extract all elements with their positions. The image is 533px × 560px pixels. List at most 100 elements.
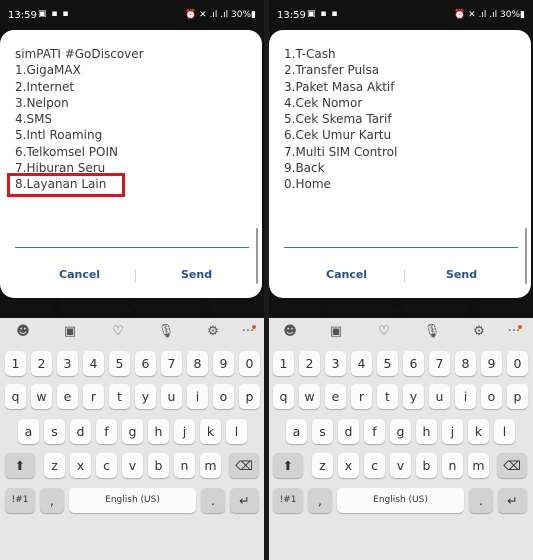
handwriting-icon[interactable]: ♡ [108, 322, 128, 342]
sticker-icon[interactable]: ▣ [60, 322, 80, 342]
key[interactable]: c [96, 453, 117, 478]
key[interactable]: 9 [213, 351, 234, 376]
ussd-reply-input[interactable] [15, 241, 249, 248]
key[interactable]: o [481, 384, 502, 409]
key[interactable]: n [174, 453, 195, 478]
key[interactable]: q [5, 384, 26, 409]
key[interactable]: j [174, 419, 195, 444]
send-button[interactable]: Send [181, 268, 212, 281]
backspace-key[interactable]: ⌫ [497, 453, 527, 478]
key[interactable]: v [122, 453, 143, 478]
send-button[interactable]: Send [446, 268, 477, 281]
shift-key[interactable]: ⬆ [5, 453, 35, 478]
settings-icon[interactable]: ⚙ [203, 322, 223, 342]
key[interactable]: g [122, 419, 143, 444]
key[interactable]: a [18, 419, 39, 444]
backspace-key[interactable]: ⌫ [229, 453, 259, 478]
symbols-key[interactable]: !#1 [273, 488, 303, 513]
key[interactable]: y [135, 384, 156, 409]
key[interactable]: 6 [403, 351, 424, 376]
key[interactable]: 1 [273, 351, 294, 376]
shift-key[interactable]: ⬆ [273, 453, 303, 478]
key[interactable]: k [200, 419, 221, 444]
emoji-icon[interactable]: ☻ [280, 322, 300, 342]
key[interactable]: 5 [377, 351, 398, 376]
key[interactable]: 2 [299, 351, 320, 376]
key[interactable]: l [226, 419, 247, 444]
cancel-button[interactable]: Cancel [59, 268, 100, 281]
key[interactable]: d [338, 419, 359, 444]
comma-key[interactable]: , [308, 488, 332, 513]
key[interactable]: 7 [161, 351, 182, 376]
key[interactable]: 0 [239, 351, 260, 376]
key[interactable]: i [455, 384, 476, 409]
key[interactable]: w [299, 384, 320, 409]
key[interactable]: z [44, 453, 65, 478]
key[interactable]: b [416, 453, 437, 478]
key[interactable]: t [109, 384, 130, 409]
key[interactable]: b [148, 453, 169, 478]
key[interactable]: x [338, 453, 359, 478]
key[interactable]: a [286, 419, 307, 444]
key[interactable]: 3 [325, 351, 346, 376]
key[interactable]: x [70, 453, 91, 478]
space-bar[interactable]: English (US) [337, 488, 464, 513]
key[interactable]: m [200, 453, 221, 478]
sticker-icon[interactable]: ▣ [326, 322, 346, 342]
key[interactable]: 6 [135, 351, 156, 376]
key[interactable]: 8 [455, 351, 476, 376]
key[interactable]: v [390, 453, 411, 478]
key[interactable]: s [312, 419, 333, 444]
key[interactable]: 9 [481, 351, 502, 376]
key[interactable]: c [364, 453, 385, 478]
key[interactable]: 8 [187, 351, 208, 376]
key[interactable]: m [468, 453, 489, 478]
key[interactable]: h [416, 419, 437, 444]
key[interactable]: e [57, 384, 78, 409]
key[interactable]: 1 [5, 351, 26, 376]
key[interactable]: h [148, 419, 169, 444]
key[interactable]: r [83, 384, 104, 409]
key[interactable]: d [70, 419, 91, 444]
key[interactable]: w [31, 384, 52, 409]
key[interactable]: 4 [83, 351, 104, 376]
key[interactable]: y [403, 384, 424, 409]
key[interactable]: g [390, 419, 411, 444]
space-bar[interactable]: English (US) [69, 488, 196, 513]
key[interactable]: 2 [31, 351, 52, 376]
key[interactable]: f [364, 419, 385, 444]
settings-icon[interactable]: ⚙ [469, 322, 489, 342]
cancel-button[interactable]: Cancel [326, 268, 367, 281]
key[interactable]: e [325, 384, 346, 409]
period-key[interactable]: . [201, 488, 225, 513]
enter-key[interactable]: ↵ [230, 488, 259, 513]
key[interactable]: i [187, 384, 208, 409]
key[interactable]: 0 [507, 351, 528, 376]
key[interactable]: f [96, 419, 117, 444]
period-key[interactable]: . [469, 488, 493, 513]
key[interactable]: u [429, 384, 450, 409]
key[interactable]: 5 [109, 351, 130, 376]
key[interactable]: 3 [57, 351, 78, 376]
ussd-reply-input[interactable] [284, 241, 518, 248]
key[interactable]: j [442, 419, 463, 444]
comma-key[interactable]: , [40, 488, 64, 513]
symbols-key[interactable]: !#1 [5, 488, 35, 513]
key[interactable]: k [468, 419, 489, 444]
key[interactable]: p [507, 384, 528, 409]
microphone-icon[interactable]: 🎙 [156, 322, 176, 342]
handwriting-icon[interactable]: ♡ [374, 322, 394, 342]
key[interactable]: 4 [351, 351, 372, 376]
key[interactable]: o [213, 384, 234, 409]
key[interactable]: l [494, 419, 515, 444]
emoji-icon[interactable]: ☻ [13, 322, 33, 342]
key[interactable]: p [239, 384, 260, 409]
key[interactable]: t [377, 384, 398, 409]
key[interactable]: 7 [429, 351, 450, 376]
key[interactable]: n [442, 453, 463, 478]
key[interactable]: z [312, 453, 333, 478]
microphone-icon[interactable]: 🎙 [422, 322, 442, 342]
enter-key[interactable]: ↵ [498, 488, 527, 513]
key[interactable]: s [44, 419, 65, 444]
key[interactable]: u [161, 384, 182, 409]
